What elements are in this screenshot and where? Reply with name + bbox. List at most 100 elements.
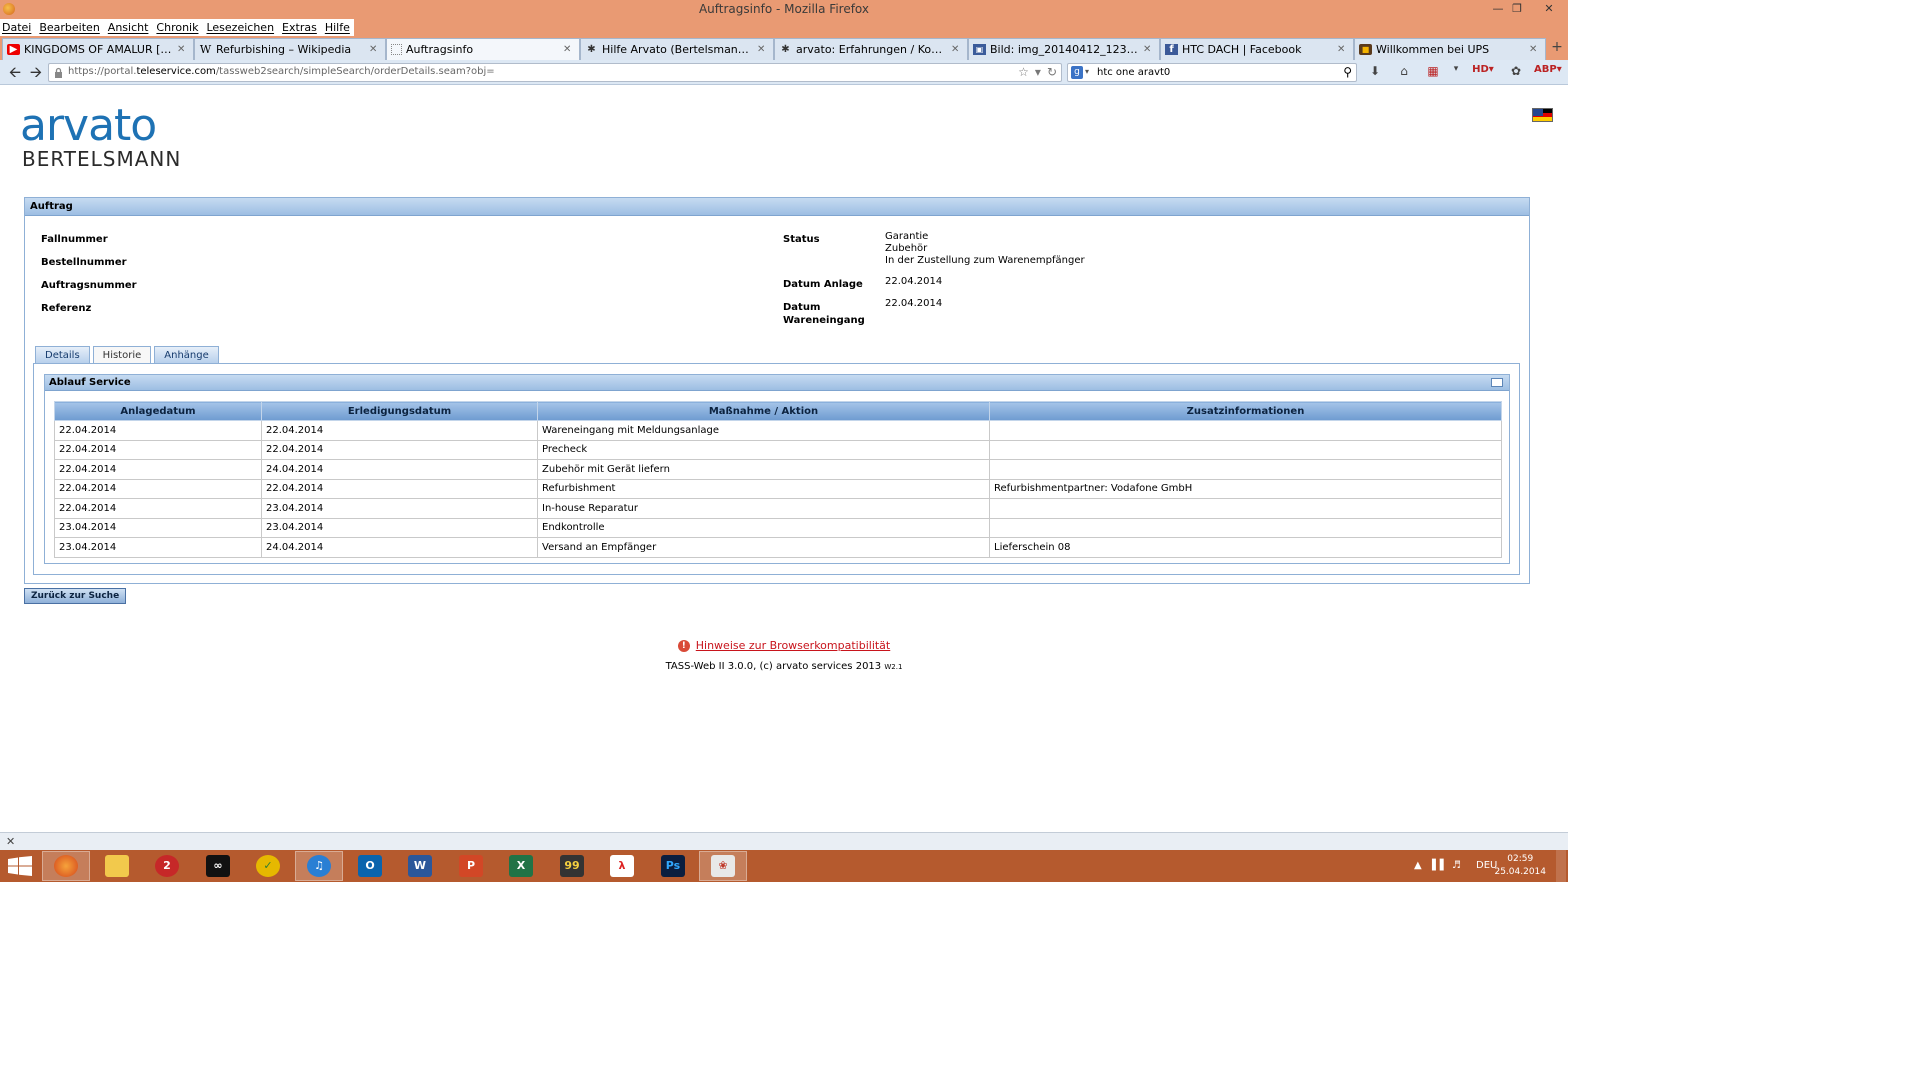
search-input[interactable]: htc one aravt0 — [1097, 67, 1170, 78]
taskbar-outlook[interactable]: O — [346, 851, 394, 881]
window-titlebar: Auftragsinfo - Mozilla Firefox — ❐ ✕ — [0, 0, 1568, 19]
firefox-icon — [54, 855, 78, 877]
status-bar: ✕ — [0, 832, 1568, 850]
browser-tab[interactable]: ▣ Bild: img_20140412_123348d0jl7.jp... ✕ — [968, 38, 1160, 60]
footer-text: TASS-Web II 3.0.0, (c) arvato services 2… — [665, 661, 882, 672]
label-datum-wareneingang: Datum — [783, 302, 821, 313]
hd-addon-icon[interactable]: HD▾ — [1470, 64, 1496, 75]
taskbar-word[interactable]: W — [396, 851, 444, 881]
taskbar-powerpoint[interactable]: P — [447, 851, 495, 881]
menu-datei[interactable]: Datei — [2, 21, 31, 34]
addon-icon[interactable]: ▦ — [1424, 64, 1442, 78]
network-icon[interactable]: ▌▌ — [1432, 850, 1447, 882]
language-flag-icon[interactable] — [1532, 108, 1553, 122]
close-tab-icon[interactable]: ✕ — [1529, 44, 1539, 55]
new-tab-button[interactable]: + — [1549, 38, 1565, 56]
reload-icon[interactable]: ↻ — [1047, 65, 1057, 79]
close-window-button[interactable]: ✕ — [1533, 0, 1565, 19]
auftrag-header: Auftrag — [25, 198, 1529, 216]
show-desktop-button[interactable] — [1556, 850, 1566, 882]
taskbar-firefox[interactable] — [42, 851, 90, 881]
menu-hilfe[interactable]: Hilfe — [325, 21, 350, 34]
close-icon[interactable]: ✕ — [6, 835, 15, 848]
forward-button[interactable]: 🡪 — [26, 63, 46, 81]
status-value: In der Zustellung zum Warenempfänger — [885, 255, 1085, 266]
history-table: Anlagedatum Erledigungsdatum Maßnahme / … — [54, 401, 1502, 558]
bookmark-star-icon[interactable]: ☆ — [1018, 65, 1029, 79]
table-row: 22.04.2014 23.04.2014 In-house Reparatur — [54, 498, 1502, 519]
maximize-button[interactable]: ❐ — [1505, 0, 1529, 19]
page-icon — [391, 44, 402, 55]
tray-expand-icon[interactable]: ▲ — [1414, 850, 1422, 882]
search-bar[interactable]: g ▾ htc one aravt0 ⚲ — [1067, 63, 1357, 82]
collapse-panel-icon[interactable] — [1491, 378, 1503, 387]
back-button[interactable]: 🡨 — [5, 63, 25, 81]
taskbar-explorer[interactable] — [93, 851, 141, 881]
back-to-search-button[interactable]: Zurück zur Suche — [24, 588, 127, 604]
browser-tab[interactable]: ▶ KINGDOMS OF AMALUR [WQHD] ... ✕ — [2, 38, 194, 60]
volume-icon[interactable]: ♬ — [1452, 850, 1461, 882]
window-title: Auftragsinfo - Mozilla Firefox — [698, 2, 870, 16]
browser-tab[interactable]: f HTC DACH | Facebook ✕ — [1160, 38, 1354, 60]
column-header-massnahme[interactable]: Maßnahme / Aktion — [537, 401, 990, 421]
tab-anhaenge[interactable]: Anhänge — [154, 346, 219, 364]
tab-details[interactable]: Details — [35, 346, 90, 364]
label-referenz: Referenz — [41, 303, 92, 314]
extension-icon[interactable]: ✿ — [1507, 64, 1525, 78]
url-bar[interactable]: https://portal.teleservice.com/tassweb2s… — [48, 63, 1062, 82]
browser-tab[interactable]: ■ Willkommen bei UPS ✕ — [1354, 38, 1546, 60]
footer-version: W2.1 — [884, 663, 903, 671]
taskbar-app[interactable]: 99 — [548, 851, 596, 881]
close-tab-icon[interactable]: ✕ — [1143, 44, 1153, 55]
image-icon: ▣ — [973, 44, 986, 55]
menu-ansicht[interactable]: Ansicht — [108, 21, 149, 34]
menu-bearbeiten[interactable]: Bearbeiten — [39, 21, 99, 34]
windows-start-icon[interactable] — [8, 856, 32, 876]
taskbar-itunes[interactable]: ♫ — [295, 851, 343, 881]
outlook-icon: O — [358, 855, 382, 877]
browser-tab[interactable]: W Refurbishing – Wikipedia ✕ — [194, 38, 386, 60]
close-tab-icon[interactable]: ✕ — [1337, 44, 1347, 55]
menu-chronik[interactable]: Chronik — [156, 21, 198, 34]
url-text: https://portal.teleservice.com/tassweb2s… — [68, 66, 495, 77]
taskbar-photoshop[interactable]: Ps — [649, 851, 697, 881]
search-icon[interactable]: ⚲ — [1343, 65, 1352, 79]
datum-wareneingang-value: 22.04.2014 — [885, 298, 943, 309]
table-row: 22.04.2014 22.04.2014 Precheck — [54, 439, 1502, 460]
browser-tab[interactable]: ✱ Hilfe Arvato (Bertelsmann) seit 11 ...… — [580, 38, 774, 60]
column-header-erledigungsdatum[interactable]: Erledigungsdatum — [261, 401, 538, 421]
google-icon: g — [1071, 66, 1083, 79]
close-tab-icon[interactable]: ✕ — [369, 44, 379, 55]
column-header-anlagedatum[interactable]: Anlagedatum — [54, 401, 262, 421]
taskbar-clock[interactable]: 02:59 25.04.2014 — [1494, 853, 1546, 879]
menu-dropdown-icon[interactable]: ▾ — [1447, 64, 1465, 74]
menu-extras[interactable]: Extras — [282, 21, 317, 34]
taskbar-app[interactable]: 2 — [143, 851, 191, 881]
powerpoint-icon: P — [459, 855, 483, 877]
search-engine-dropdown-icon[interactable]: ▾ — [1085, 67, 1089, 76]
browser-tab[interactable]: ✱ arvato: Erfahrungen / Kosten / Pro... … — [774, 38, 968, 60]
adblock-icon[interactable]: ABP▾ — [1534, 64, 1562, 75]
taskbar-excel[interactable]: X — [497, 851, 545, 881]
download-icon[interactable]: ⬇ — [1366, 64, 1384, 78]
taskbar-paint[interactable]: ❀ — [699, 851, 747, 881]
taskbar-app[interactable]: ∞ — [194, 851, 242, 881]
close-tab-icon[interactable]: ✕ — [177, 44, 187, 55]
close-tab-icon[interactable]: ✕ — [951, 44, 961, 55]
home-icon[interactable]: ⌂ — [1395, 64, 1413, 78]
lock-icon — [55, 67, 62, 78]
browser-tab-active[interactable]: Auftragsinfo ✕ — [386, 38, 580, 60]
menu-lesezeichen[interactable]: Lesezeichen — [206, 21, 274, 34]
close-tab-icon[interactable]: ✕ — [757, 44, 767, 55]
app-icon: ∞ — [206, 855, 230, 877]
tab-historie[interactable]: Historie — [92, 346, 152, 364]
auftrag-panel: Auftrag Fallnummer Bestellnummer Auftrag… — [24, 197, 1530, 584]
browser-compat-link[interactable]: Hinweise zur Browserkompatibilität — [696, 639, 891, 652]
close-tab-icon[interactable]: ✕ — [563, 44, 573, 55]
taskbar-acrobat[interactable]: λ — [598, 851, 646, 881]
taskbar-app[interactable]: ✓ — [244, 851, 292, 881]
dropdown-arrow-icon[interactable]: ▾ — [1035, 65, 1041, 79]
app-icon: 99 — [560, 855, 584, 877]
table-row: 22.04.2014 22.04.2014 Wareneingang mit Mel… — [54, 420, 1502, 441]
column-header-zusatzinformationen[interactable]: Zusatzinformationen — [989, 401, 1502, 421]
